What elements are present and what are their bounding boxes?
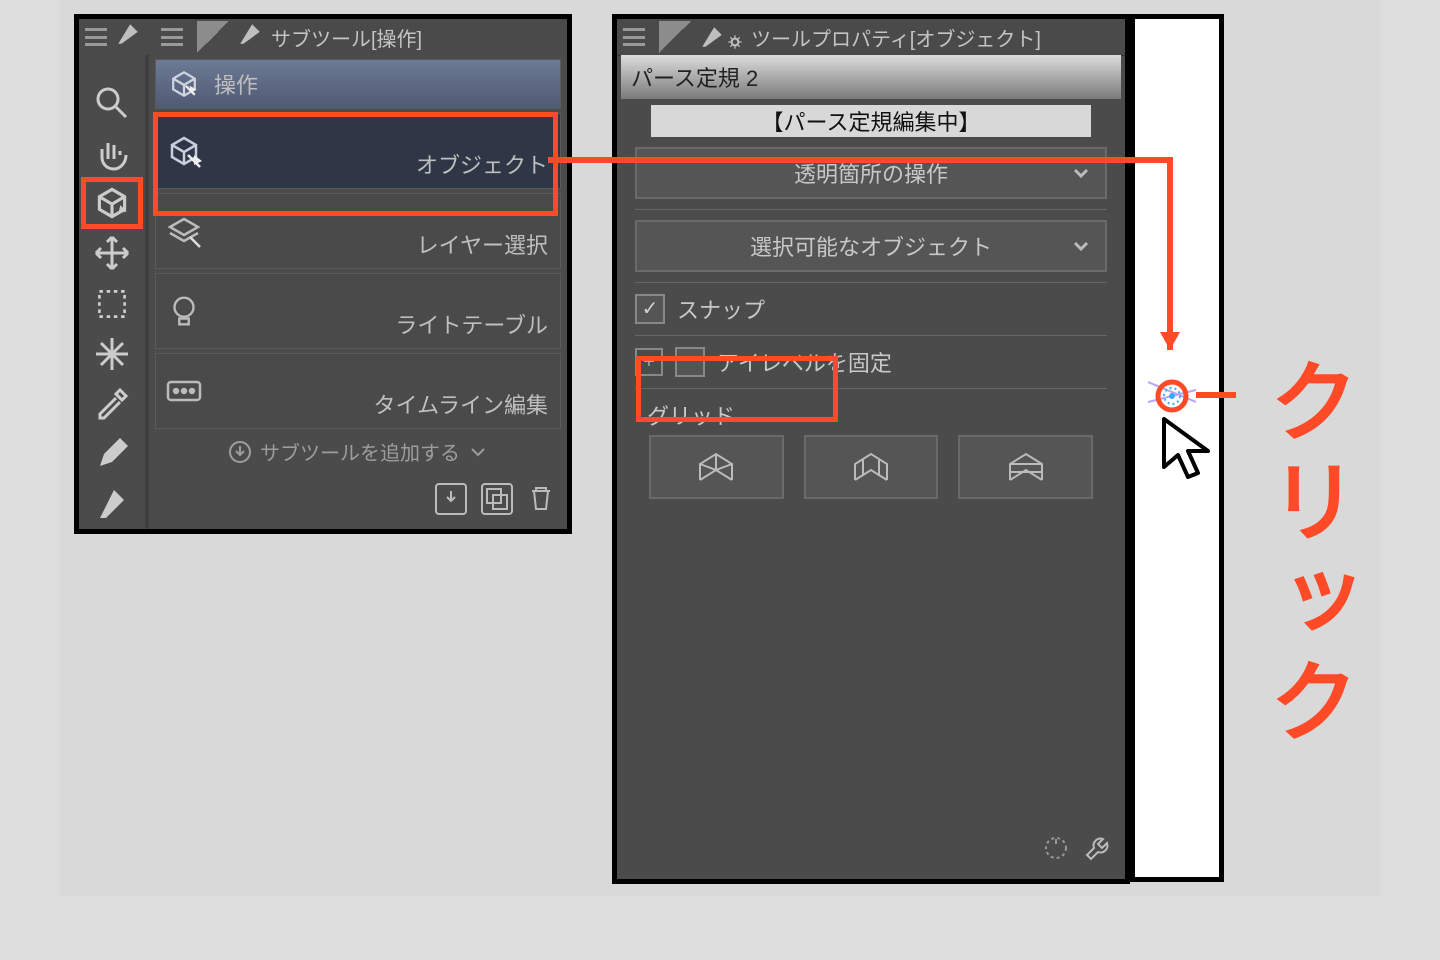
subtool-item-timeline[interactable]: タイムライン編集	[155, 353, 561, 429]
menu-icon[interactable]	[85, 28, 107, 46]
subtool-title: サブツール[操作]	[271, 23, 422, 52]
separator	[635, 388, 1107, 389]
subtool-label: ライトテーブル	[395, 308, 548, 340]
snap-row: スナップ	[635, 293, 1107, 325]
menu-icon[interactable]	[623, 28, 645, 46]
layer-status: 【パース定規編集中】	[651, 105, 1091, 137]
grid-buttons	[649, 435, 1093, 499]
subtool-label: オブジェクト	[416, 148, 548, 180]
eyedropper-icon[interactable]	[84, 381, 140, 427]
hand-icon[interactable]	[84, 130, 140, 176]
sparkle-icon[interactable]	[84, 331, 140, 377]
subtool-item-light-table[interactable]: ライトテーブル	[155, 273, 561, 349]
dropdown-label: 選択可能なオブジェクト	[750, 230, 992, 262]
move-icon[interactable]	[84, 230, 140, 276]
reset-icon[interactable]	[1041, 833, 1071, 869]
grid-label: グリッド	[647, 399, 1095, 431]
subtool-footer	[435, 483, 555, 519]
tool-strip	[79, 55, 149, 529]
cube-cursor-icon	[164, 131, 204, 171]
download-icon	[228, 440, 252, 464]
eyelevel-checkbox[interactable]	[675, 347, 705, 377]
duplicate-icon[interactable]	[481, 483, 513, 515]
cube-cursor-icon	[164, 64, 204, 104]
wrench-icon[interactable]	[1083, 833, 1113, 869]
subtool-panel: サブツール[操作] 操作 オブジェクト	[74, 14, 572, 534]
marquee-icon[interactable]	[84, 280, 140, 326]
eyelevel-row: + アイレベルを固定	[635, 346, 1107, 378]
add-subtool-label: サブツールを追加する	[260, 437, 460, 466]
property-footer	[1041, 833, 1113, 869]
chevron-down-icon	[1071, 163, 1091, 183]
layers-cursor-icon	[164, 211, 204, 251]
subtool-header: サブツール[操作]	[79, 19, 567, 56]
chevron-down-icon	[1071, 236, 1091, 256]
cursor-icon	[1158, 415, 1218, 485]
tab-indicator-icon	[197, 21, 229, 53]
subtool-item-layer-select[interactable]: レイヤー選択	[155, 193, 561, 269]
pen-tip-icon	[115, 21, 141, 53]
subtool-label: レイヤー選択	[417, 228, 548, 260]
separator	[635, 209, 1107, 210]
chevron-down-icon	[468, 442, 488, 462]
panel-menu-icon[interactable]	[161, 28, 183, 46]
expand-icon[interactable]: +	[635, 348, 663, 376]
strip-collapse[interactable]	[79, 55, 145, 78]
grid-yz-button[interactable]	[804, 435, 939, 499]
object-tool-icon[interactable]	[84, 180, 140, 226]
trash-icon[interactable]	[527, 483, 555, 519]
tab-indicator-icon	[659, 21, 691, 53]
property-title: ツールプロパティ[オブジェクト]	[751, 23, 1041, 52]
snap-label: スナップ	[677, 293, 765, 325]
dropdown-transparent-ops[interactable]: 透明箇所の操作	[635, 147, 1107, 199]
snap-checkbox[interactable]	[635, 294, 665, 324]
pen-icon[interactable]	[84, 481, 140, 527]
magnifier-icon[interactable]	[84, 80, 140, 126]
timeline-icon	[164, 371, 204, 411]
annotation-click-text: クリック	[1240, 355, 1370, 755]
separator	[635, 335, 1107, 336]
eyelevel-label: アイレベルを固定	[717, 346, 892, 378]
subtool-group-label: 操作	[214, 68, 258, 100]
dropdown-selectable-objects[interactable]: 選択可能なオブジェクト	[635, 220, 1107, 272]
tool-property-panel: ツールプロパティ[オブジェクト] パース定規 2 【パース定規編集中】 透明箇所…	[612, 14, 1130, 884]
pen-tip-icon	[237, 21, 263, 53]
subtool-list: 操作 オブジェクト レイヤー選択 ライトテーブル タイムライン編集 サブツールを…	[149, 55, 567, 529]
subtool-label: タイムライン編集	[374, 388, 548, 420]
property-header: ツールプロパティ[オブジェクト]	[617, 19, 1125, 56]
separator	[635, 282, 1107, 283]
subtool-group-operation[interactable]: 操作	[155, 59, 561, 109]
import-icon[interactable]	[435, 483, 467, 515]
subtool-item-object[interactable]: オブジェクト	[155, 113, 561, 189]
add-subtool-row[interactable]: サブツールを追加する	[149, 437, 567, 466]
bulb-icon	[164, 291, 204, 331]
pen-gear-icon	[699, 24, 743, 50]
grid-xz-button[interactable]	[958, 435, 1093, 499]
layer-name: パース定規 2	[621, 55, 1121, 99]
dropdown-label: 透明箇所の操作	[794, 157, 948, 189]
pencil-icon[interactable]	[84, 431, 140, 477]
grid-xy-button[interactable]	[649, 435, 784, 499]
